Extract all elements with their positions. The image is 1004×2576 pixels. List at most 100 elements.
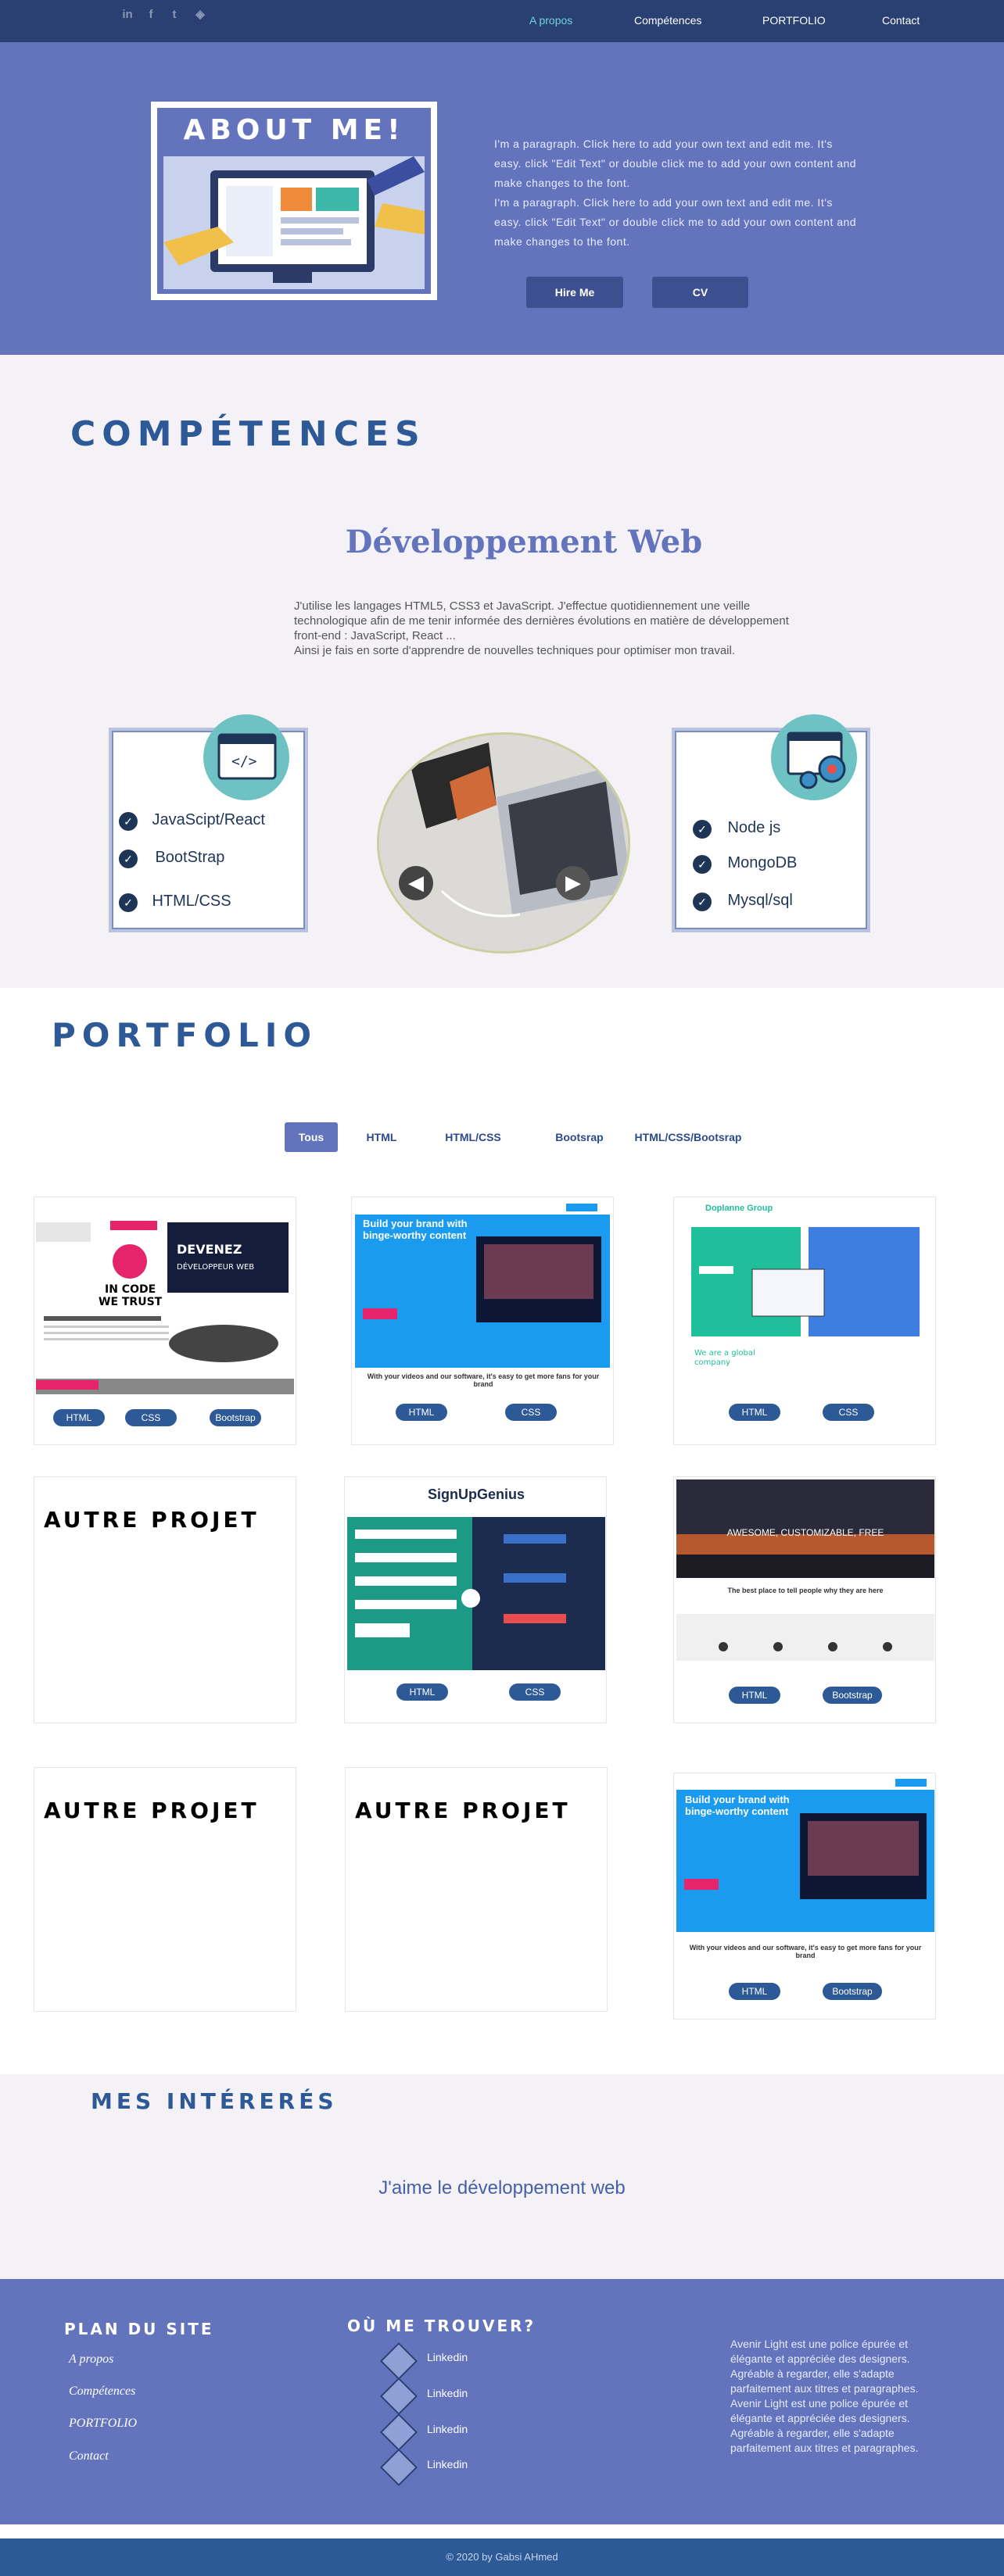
project-card-placeholder[interactable]: AUTRE PROJET — [345, 1767, 608, 2012]
footer-about-text: Avenir Light est une police épurée et él… — [730, 2338, 919, 2454]
tag-html: HTML — [396, 1404, 447, 1421]
skill-label: MongoDB — [727, 854, 798, 871]
twitter-icon[interactable]: t — [166, 6, 183, 23]
copyright-bar: © 2020 by Gabsi AHmed — [0, 2538, 1004, 2576]
tag-html: HTML — [53, 1409, 105, 1426]
project-card[interactable]: Build your brand with binge-worthy conte… — [673, 1773, 936, 2020]
competences-title: COMPÉTENCES — [70, 414, 426, 454]
skill-row: ✓ Node js — [693, 819, 780, 839]
filter-bootstrap[interactable]: Bootsrap — [544, 1122, 615, 1152]
footer-linkedin-link[interactable]: Linkedin — [427, 2423, 468, 2435]
tag-css: CSS — [823, 1404, 874, 1421]
footer-link-contact[interactable]: Contact — [69, 2449, 109, 2463]
project-screenshot: We are a global company — [676, 1199, 935, 1386]
interests-text: J'aime le développement web — [378, 2177, 626, 2199]
project-card-placeholder[interactable]: AUTRE PROJET — [34, 1767, 296, 2012]
footer-linkedin-link[interactable]: Linkedin — [427, 2458, 468, 2470]
settings-window-icon — [771, 714, 857, 800]
skill-row: ✓ HTML/CSS — [119, 893, 231, 912]
project-screenshot: DEVENEZ DÉVELOPPEUR WEB IN CODE WE TRUST — [36, 1199, 294, 1394]
footer-link-competences[interactable]: Compétences — [69, 2385, 135, 2399]
skill-row: ✓ BootStrap — [119, 849, 224, 868]
hire-me-button[interactable]: Hire Me — [526, 277, 623, 308]
site-map-title: PLAN DU SITE — [64, 2320, 214, 2338]
where-to-find-title: OÙ ME TROUVER? — [347, 2317, 536, 2335]
footer-linkedin-link[interactable]: Linkedin — [427, 2351, 468, 2363]
check-icon: ✓ — [693, 854, 712, 874]
svg-text:We are a global: We are a global — [694, 1349, 755, 1358]
check-icon: ✓ — [693, 819, 712, 839]
tag-html: HTML — [729, 1404, 780, 1421]
project-card-placeholder[interactable]: AUTRE PROJET — [34, 1476, 296, 1723]
svg-text:DÉVELOPPEUR WEB: DÉVELOPPEUR WEB — [177, 1261, 254, 1272]
about-paragraph-2: I'm a paragraph. Click here to add your … — [494, 196, 857, 248]
slideshow-next-button[interactable]: ▶ — [556, 866, 590, 900]
project-screenshot — [347, 1479, 605, 1670]
nav-link-contact[interactable]: Contact — [882, 14, 920, 27]
filter-tous[interactable]: Tous — [285, 1122, 338, 1152]
project-screenshot — [676, 1479, 934, 1667]
tag-html: HTML — [729, 1983, 780, 2000]
skill-label: JavaScipt/React — [152, 811, 265, 828]
autre-projet-label: AUTRE PROJET — [44, 1507, 260, 1533]
skill-label: Node js — [727, 819, 781, 836]
project-card-heading: Doplanne Group — [705, 1204, 773, 1213]
laptop-illustration — [163, 156, 425, 289]
tag-bootstrap: Bootstrap — [823, 1687, 882, 1704]
project-card-caption: With your videos and our software, it's … — [367, 1372, 600, 1388]
filter-html-css[interactable]: HTML/CSS — [438, 1122, 508, 1152]
project-card-heading: Build your brand with binge-worthy conte… — [685, 1794, 790, 1817]
skill-row: ✓ MongoDB — [693, 854, 797, 874]
project-card-heading: SignUpGenius — [427, 1487, 525, 1502]
project-card-caption: With your videos and our software, it's … — [689, 1944, 922, 1959]
facebook-icon[interactable]: f — [142, 6, 160, 23]
svg-text:DEVENEZ: DEVENEZ — [177, 1242, 242, 1257]
tag-css: CSS — [509, 1683, 561, 1701]
skill-label: Mysql/sql — [727, 892, 793, 909]
project-card-caption: The best place to tell people why they a… — [727, 1587, 884, 1594]
svg-text:</>: </> — [231, 753, 257, 770]
nav-link-portfolio[interactable]: PORTFOLIO — [762, 14, 826, 27]
cv-button[interactable]: CV — [652, 277, 748, 308]
code-window-icon: </> — [203, 714, 289, 800]
project-card[interactable]: Build your brand with binge-worthy conte… — [351, 1197, 614, 1445]
project-card[interactable]: DEVENEZ DÉVELOPPEUR WEB IN CODE WE TRUST… — [34, 1197, 296, 1445]
filter-html-css-bootstrap[interactable]: HTML/CSS/Bootsrap — [632, 1122, 744, 1152]
tag-bootstrap: Bootstrap — [823, 1983, 882, 2000]
tag-html: HTML — [396, 1683, 448, 1701]
skill-label: BootStrap — [155, 849, 225, 866]
about-paragraph-1: I'm a paragraph. Click here to add your … — [494, 138, 857, 189]
laptop-slideshow — [377, 732, 630, 953]
competences-description: J'utilise les langages HTML5, CSS3 et Ja… — [294, 599, 794, 658]
check-icon: ✓ — [119, 811, 138, 831]
linkedin-icon[interactable]: in — [119, 6, 136, 23]
skill-row: ✓ Mysql/sql — [693, 892, 793, 911]
nav-link-competences[interactable]: Compétences — [634, 14, 701, 27]
filter-html[interactable]: HTML — [357, 1122, 407, 1152]
footer-link-a-propos[interactable]: A propos — [69, 2352, 113, 2367]
skill-label: HTML/CSS — [152, 893, 231, 910]
tag-css: CSS — [505, 1404, 557, 1421]
about-title: ABOUT ME! — [183, 114, 405, 146]
slideshow-prev-button[interactable]: ◀ — [399, 866, 433, 900]
top-navigation-bar: in f t ◈ A propos Compétences PORTFOLIO … — [0, 0, 1004, 42]
tag-html: HTML — [729, 1687, 780, 1704]
project-card[interactable]: SignUpGenius HTML CSS — [344, 1476, 607, 1723]
tag-css: CSS — [125, 1409, 177, 1426]
tag-bootstrap: Bootstrap — [210, 1409, 261, 1426]
check-icon: ✓ — [119, 849, 138, 868]
check-icon: ✓ — [119, 893, 138, 912]
project-card-heading: Build your brand with binge-worthy conte… — [363, 1218, 468, 1241]
project-card-heading: AWESOME, CUSTOMIZABLE, FREE — [726, 1527, 884, 1538]
nav-link-a-propos[interactable]: A propos — [529, 14, 572, 27]
footer-link-portfolio[interactable]: PORTFOLIO — [69, 2417, 137, 2431]
interests-title: MES INTÉRERÉS — [91, 2088, 338, 2114]
project-card[interactable]: We are a global company Doplanne Group H… — [673, 1197, 936, 1445]
skill-row: ✓ JavaScipt/React — [119, 811, 265, 831]
codepen-icon[interactable]: ◈ — [192, 6, 209, 23]
about-image-frame: ABOUT ME! — [151, 102, 437, 300]
autre-projet-label: AUTRE PROJET — [355, 1798, 571, 1823]
footer-linkedin-link[interactable]: Linkedin — [427, 2387, 468, 2399]
svg-text:company: company — [694, 1358, 730, 1367]
project-card[interactable]: AWESOME, CUSTOMIZABLE, FREE The best pla… — [673, 1476, 936, 1723]
